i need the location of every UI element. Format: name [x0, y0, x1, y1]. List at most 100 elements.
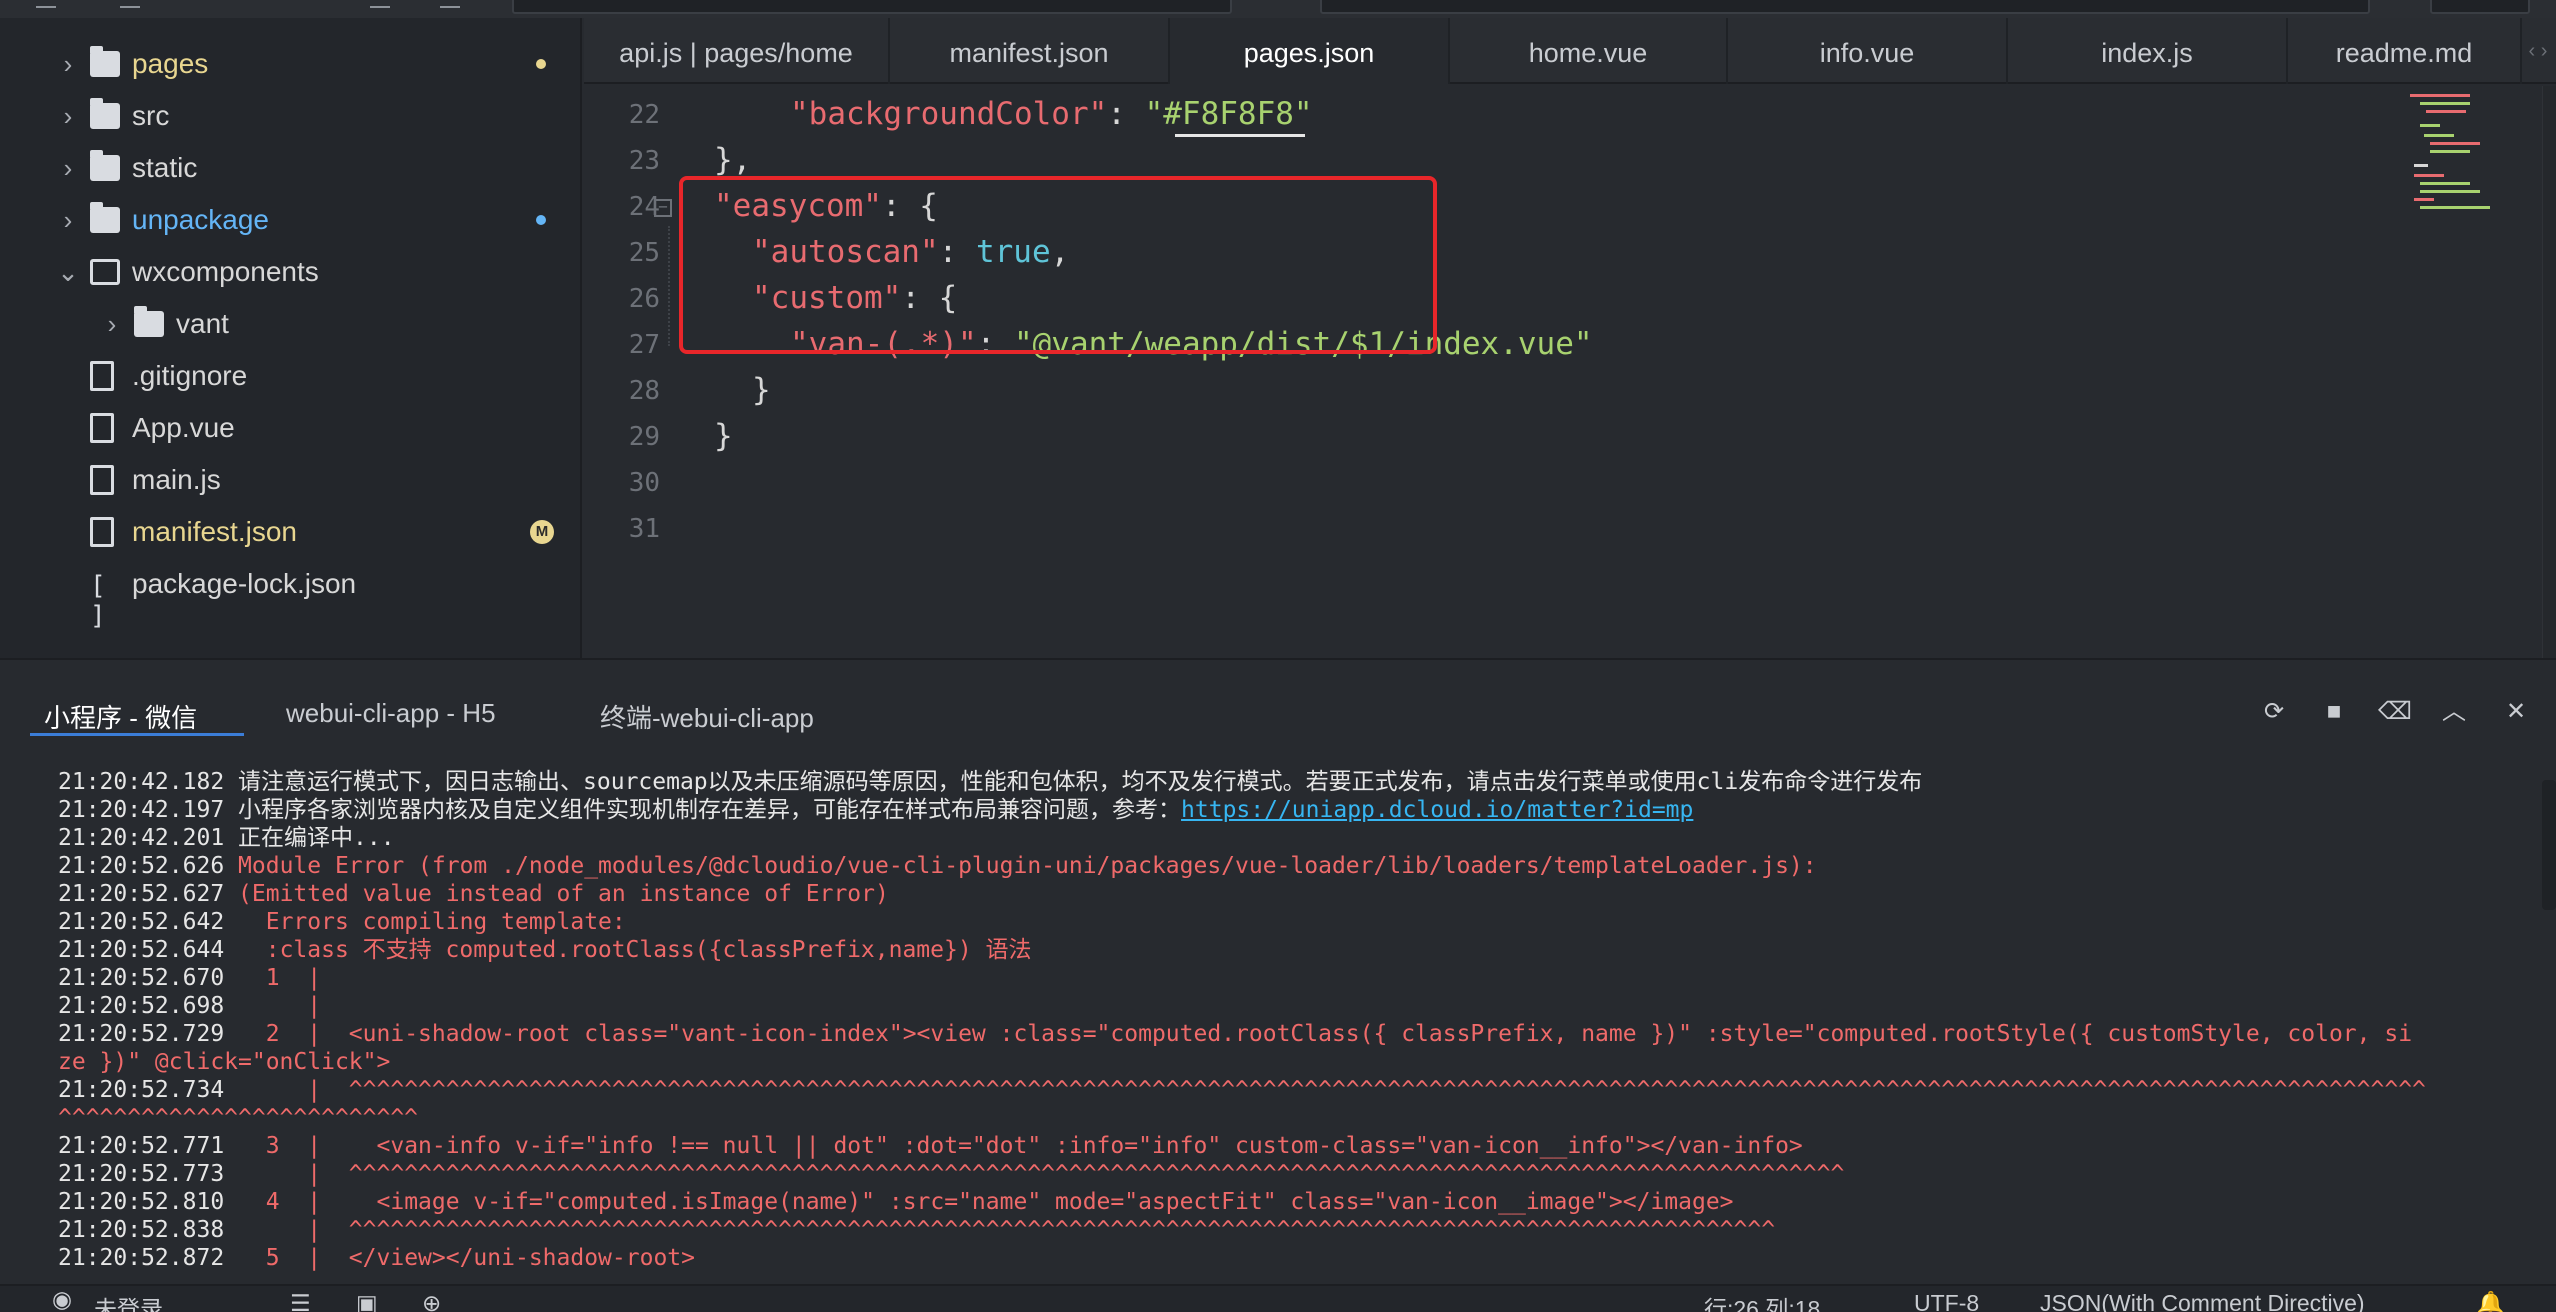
clear-icon[interactable]: ⌫ [2378, 696, 2412, 728]
sidebar-item-src[interactable]: › src [0, 90, 580, 142]
console-tab-0[interactable]: 小程序 - 微信 [44, 698, 197, 735]
sidebar-item-manifest-json[interactable]: manifest.json M [0, 506, 580, 558]
log-text: 2 | <uni-shadow-root class="vant-icon-in… [238, 1021, 2413, 1047]
log-text: 正在编译中... [238, 825, 395, 851]
log-text: 5 | </view></uni-shadow-root> [238, 1245, 695, 1271]
login-button[interactable] [2430, 0, 2530, 14]
code-line-22: "backgroundColor": "#F8F8F8" [790, 96, 1313, 132]
menu-icon[interactable] [36, 0, 56, 8]
rerun-icon[interactable]: ⟳ [2258, 696, 2290, 728]
chevron-down-icon[interactable]: ⌄ [56, 259, 80, 285]
tab-home-vue[interactable]: home.vue [1450, 18, 1728, 84]
chevron-right-icon[interactable]: › [56, 103, 80, 129]
log-timestamp: 21:20:52.644 [58, 937, 225, 963]
file-icon [90, 361, 114, 391]
log-timestamp: 21:20:52.872 [58, 1245, 225, 1271]
log-line: 21:20:52.729 2 | <uni-shadow-root class=… [58, 1020, 2412, 1048]
collapse-up-icon[interactable]: ︿ [2438, 696, 2470, 728]
log-text: Errors compiling template: [238, 909, 626, 935]
tab-info-vue[interactable]: info.vue [1728, 18, 2008, 84]
run-icon[interactable] [370, 0, 390, 8]
log-line: 21:20:52.626 Module Error (from ./node_m… [58, 852, 1817, 880]
sidebar-item-label: App.vue [132, 412, 235, 443]
sidebar-item-unpackage[interactable]: › unpackage [0, 194, 580, 246]
user-icon[interactable]: ◉ [52, 1286, 72, 1312]
log-line: 21:20:52.698 | [58, 992, 321, 1020]
sidebar-item-package-lock-json[interactable]: [ ] package-lock.json [0, 558, 580, 631]
modified-dot-icon [536, 59, 546, 69]
sidebar-item-label: unpackage [132, 204, 270, 235]
log-text: | ^^^^^^^^^^^^^^^^^^^^^^^^^^^^^^^^^^^^^^… [238, 1077, 2426, 1103]
folder-icon [90, 98, 120, 129]
minimap[interactable] [2410, 94, 2540, 214]
log-timestamp: 21:20:52.838 [58, 1217, 225, 1243]
code-editor[interactable]: − 22 23 24 25 26 27 28 29 30 31 "backgro… [584, 86, 2556, 658]
folder-open-icon [90, 259, 120, 285]
log-line: 21:20:52.771 3 | <van-info v-if="info !=… [58, 1132, 1803, 1160]
console-log[interactable]: 21:20:42.182 请注意运行模式下，因日志输出、sourcemap以及未… [0, 768, 2540, 1280]
settings-file-icon [90, 517, 114, 547]
line-number: 31 [628, 514, 660, 544]
console-tab-1[interactable]: webui-cli-app - H5 [286, 698, 496, 729]
sidebar-item-vant[interactable]: › vant [0, 298, 580, 350]
encoding[interactable]: UTF-8 [1914, 1290, 1979, 1312]
tab-readme-md[interactable]: readme.md [2288, 18, 2522, 84]
log-timestamp: 21:20:52.729 [58, 1021, 225, 1047]
login-status[interactable]: 未登录 [94, 1290, 163, 1312]
line-number: 30 [628, 468, 660, 498]
tab-manifest-json[interactable]: manifest.json [890, 18, 1170, 84]
log-text: | ^^^^^^^^^^^^^^^^^^^^^^^^^^^^^^^^^^^^^^… [238, 1161, 1845, 1187]
syntax-mode[interactable]: JSON(With Comment Directive) [2040, 1290, 2365, 1312]
json-file-icon: [ ] [90, 571, 106, 631]
tab-scroll-icon[interactable]: ‹ › [2520, 18, 2556, 84]
file-icon [90, 413, 114, 443]
modified-dot-icon [536, 215, 546, 225]
tab-index-js[interactable]: index.js [2008, 18, 2288, 84]
close-panel-icon[interactable]: ✕ [2500, 696, 2532, 728]
outline-icon[interactable]: ☰ [290, 1290, 311, 1312]
sidebar-item-label: pages [132, 48, 209, 79]
log-line: 21:20:52.872 5 | </view></uni-shadow-roo… [58, 1244, 695, 1272]
modified-badge: M [530, 520, 554, 544]
log-link[interactable]: https://uniapp.dcloud.io/matter?id=mp [1181, 797, 1693, 823]
line-number: 29 [628, 422, 660, 452]
log-timestamp: 21:20:52.698 [58, 993, 225, 1019]
sidebar-item-gitignore[interactable]: .gitignore [0, 350, 580, 402]
line-number: 24 [628, 192, 660, 222]
chevron-right-icon[interactable]: › [100, 311, 124, 337]
indent-guide [668, 226, 670, 346]
chevron-right-icon[interactable]: › [56, 207, 80, 233]
sidebar-item-pages[interactable]: › pages [0, 38, 580, 90]
code-line-29: } [714, 418, 733, 454]
terminal-icon[interactable]: ▣ [356, 1290, 378, 1312]
notification-icon[interactable]: 🔔 [2476, 1290, 2505, 1312]
log-timestamp: 21:20:42.197 [58, 797, 225, 823]
save-icon[interactable] [120, 0, 140, 8]
stop-icon[interactable]: ■ [2318, 696, 2350, 728]
refresh-icon[interactable] [440, 0, 460, 8]
tab-pages-json[interactable]: pages.json [1170, 18, 1450, 84]
log-timestamp: 21:20:52.642 [58, 909, 225, 935]
sidebar-item-wxcomponents[interactable]: ⌄ wxcomponents [0, 246, 580, 298]
sidebar-item-label: package-lock.json [132, 568, 357, 599]
chevron-right-icon[interactable]: › [56, 51, 80, 77]
sidebar-item-main-js[interactable]: main.js [0, 454, 580, 506]
log-text: 小程序各家浏览器内核及自定义组件实现机制存在差异，可能存在样式布局兼容问题，参考… [238, 797, 1182, 823]
sidebar-item-static[interactable]: › static [0, 142, 580, 194]
log-timestamp: 21:20:52.626 [58, 853, 225, 879]
address-input[interactable] [1320, 0, 2370, 14]
cursor-position[interactable]: 行:26 列:18 [1704, 1290, 1820, 1312]
log-text: ^^^^^^^^^^^^^^^^^^^^^^^^^^ [58, 1105, 419, 1131]
log-line: 21:20:52.734 | ^^^^^^^^^^^^^^^^^^^^^^^^^… [58, 1076, 2426, 1104]
sidebar-item-label: vant [176, 308, 229, 339]
editor-scrollbar[interactable] [2542, 86, 2556, 658]
log-line: 21:20:42.182 请注意运行模式下，因日志输出、sourcemap以及未… [58, 768, 1922, 796]
tab-api-js[interactable]: api.js | pages/home [584, 18, 890, 84]
web-icon[interactable]: ⊕ [422, 1290, 441, 1312]
sidebar-item-app-vue[interactable]: App.vue [0, 402, 580, 454]
console-tab-2[interactable]: 终端-webui-cli-app [600, 698, 814, 735]
search-input[interactable] [512, 0, 1232, 14]
console-scrollbar[interactable] [2542, 780, 2556, 910]
chevron-right-icon[interactable]: › [56, 155, 80, 181]
log-line: 21:20:52.810 4 | <image v-if="computed.i… [58, 1188, 1734, 1216]
